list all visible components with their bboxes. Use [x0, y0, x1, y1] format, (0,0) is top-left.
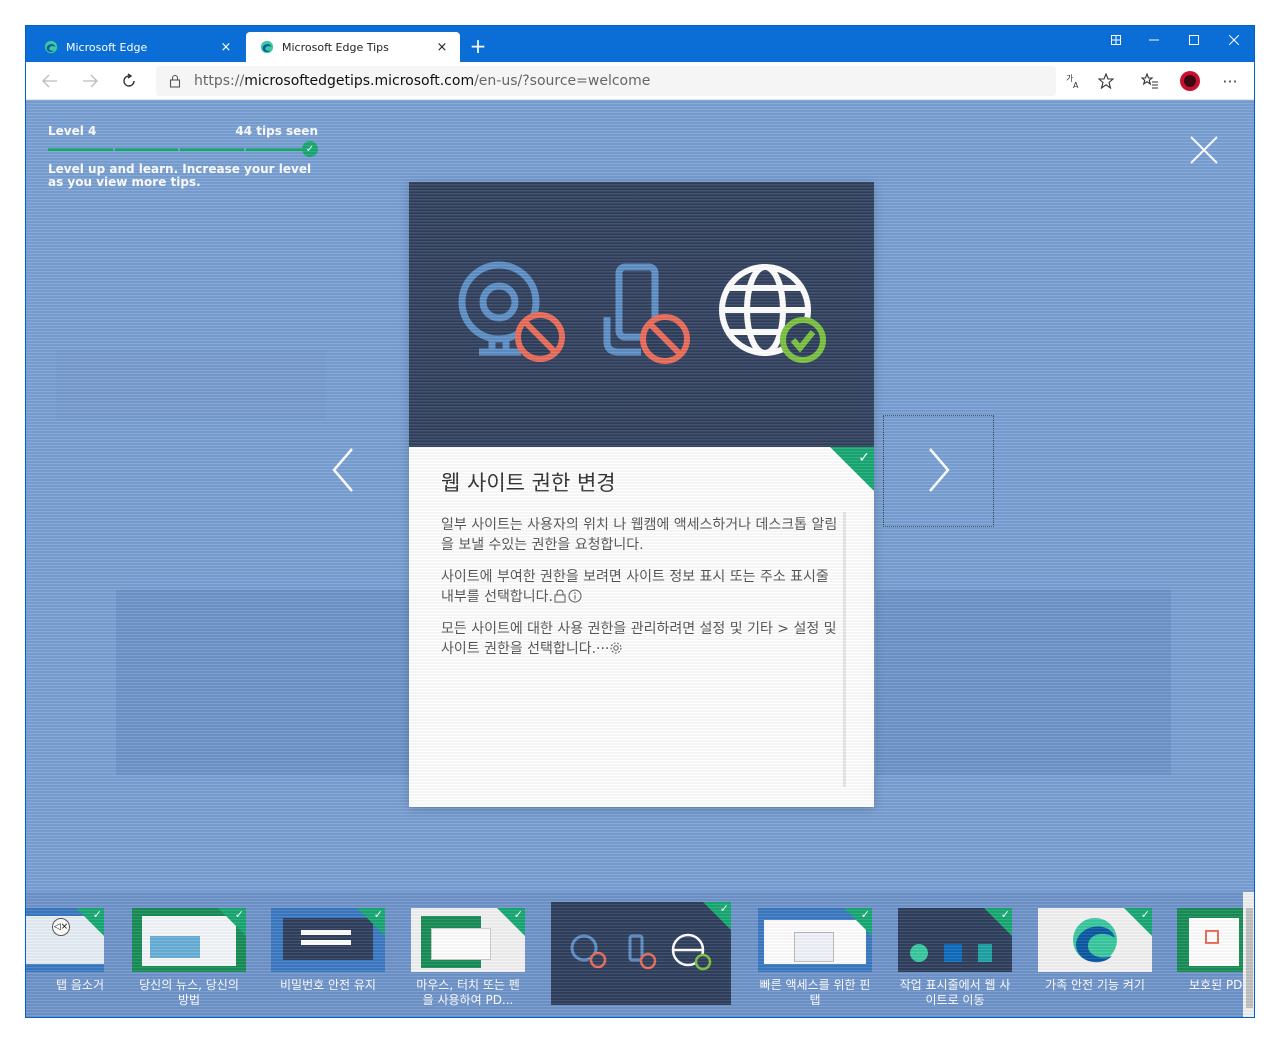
tip-card: ✓ 웹 사이트 권한 변경 일부 사이트는 사용자의 위치 나 웹캠에 액세스하…	[409, 182, 874, 807]
lock-icon[interactable]	[168, 74, 182, 88]
mute-icon: ◁×	[52, 918, 70, 936]
device-icon	[603, 263, 690, 364]
level-progress-bar: ✓	[48, 141, 318, 157]
edge-favicon-icon	[260, 40, 274, 54]
tab-title: Microsoft Edge Tips	[282, 40, 389, 54]
tab-close-button[interactable]: ×	[218, 40, 234, 55]
tip-thumbnail[interactable]: ✓ 마우스, 터치 또는 펜을 사용하여 PD...	[411, 908, 525, 1008]
tip-thumbnail[interactable]: ✓ 가족 안전 기능 켜기	[1038, 908, 1152, 993]
tip-title: 웹 사이트 권한 변경	[441, 471, 616, 495]
gear-icon	[610, 642, 622, 654]
previous-tip-icon[interactable]	[324, 445, 364, 495]
level-description: Level up and learn. Increase your level …	[48, 162, 312, 189]
tips-carousel: ◁× ✓ 탭 음소거 ✓ 당신의 뉴스, 당신의 방법 ✓ 비밀번호 안전 유지…	[26, 892, 1254, 1017]
level-name: Level 4	[48, 124, 97, 138]
tip-paragraph: 일부 사이트는 사용자의 위치 나 웹캠에 액세스하거나 데스크톱 알림을 보낼…	[441, 517, 838, 553]
tip-thumbnail-current[interactable]: ✓	[551, 902, 731, 1005]
edge-favicon-icon	[44, 40, 58, 54]
level-progress: Level 4 44 tips seen ✓ Level up and lear…	[48, 124, 318, 189]
tip-label: 빠른 액세스를 위한 핀 탭	[759, 978, 871, 1007]
title-bar: Microsoft Edge × Microsoft Edge Tips × +	[26, 26, 1254, 62]
tips-overlay: Level 4 44 tips seen ✓ Level up and lear…	[26, 100, 1254, 1017]
tab-title: Microsoft Edge	[66, 40, 148, 54]
background-card	[56, 350, 326, 420]
browser-window: Microsoft Edge × Microsoft Edge Tips × +	[25, 25, 1255, 1018]
tip-thumbnail[interactable]: ✓ 비밀번호 안전 유지	[271, 908, 385, 993]
seen-check-icon: ✓	[858, 450, 870, 466]
maximize-icon[interactable]	[1174, 26, 1214, 54]
new-tab-button[interactable]: +	[466, 34, 490, 58]
close-window-icon[interactable]	[1214, 26, 1254, 54]
refresh-icon[interactable]	[115, 68, 143, 94]
favorite-star-icon[interactable]	[1092, 68, 1120, 94]
tip-body: 웹 사이트 권한 변경 일부 사이트는 사용자의 위치 나 웹캠에 액세스하거나…	[441, 467, 841, 671]
tip-thumbnail[interactable]: ✓ 빠른 액세스를 위한 핀 탭	[758, 908, 872, 1008]
tip-label: 당신의 뉴스, 당신의 방법	[139, 978, 239, 1007]
carousel-scrollbar[interactable]	[1243, 892, 1254, 1017]
tip-hero-image	[409, 182, 874, 447]
info-icon	[568, 589, 582, 603]
tip-paragraph: 사이트에 부여한 권한을 보려면 사이트 정보 표시 또는 주소 표시줄 내부를…	[441, 569, 829, 605]
minimize-icon[interactable]	[1134, 26, 1174, 54]
lock-icon	[554, 589, 566, 603]
translate-icon[interactable]: 가A	[1060, 68, 1088, 94]
browser-toolbar: https://microsoftedgetips.microsoft.com/…	[26, 62, 1254, 100]
back-icon[interactable]	[36, 68, 64, 94]
background-card	[876, 590, 1171, 775]
tab-close-button[interactable]: ×	[434, 40, 450, 55]
tip-scrollbar[interactable]	[843, 512, 846, 787]
address-bar[interactable]: https://microsoftedgetips.microsoft.com/…	[156, 66, 1056, 96]
tip-label: 작업 표시줄에서 웹 사이트로 이동	[899, 978, 1011, 1007]
favorites-list-icon[interactable]	[1136, 68, 1164, 94]
globe-icon	[719, 264, 826, 363]
tab-microsoft-edge-tips[interactable]: Microsoft Edge Tips ×	[246, 32, 460, 62]
profile-avatar[interactable]	[1176, 68, 1204, 94]
close-tips-icon[interactable]	[1188, 134, 1220, 166]
tab-actions-icon[interactable]	[1096, 26, 1136, 54]
tips-seen-count: 44 tips seen	[235, 124, 318, 138]
tip-thumbnail[interactable]: ◁× ✓ 탭 음소거	[26, 908, 104, 993]
forward-icon[interactable]	[76, 68, 104, 94]
tip-paragraph: 모든 사이트에 대한 사용 권한을 관리하려면 설정 및 기타 > 설정 및 사…	[441, 621, 837, 657]
svg-text:A: A	[1073, 81, 1079, 89]
background-card	[116, 590, 416, 775]
next-tip-icon[interactable]	[918, 445, 958, 495]
tip-thumbnail[interactable]: ✓ 작업 표시줄에서 웹 사이트로 이동	[898, 908, 1012, 1008]
url-text: https://microsoftedgetips.microsoft.com/…	[194, 73, 651, 89]
tab-microsoft-edge[interactable]: Microsoft Edge ×	[30, 32, 244, 62]
level-check-icon: ✓	[302, 141, 318, 157]
tip-label: 가족 안전 기능 켜기	[1045, 978, 1145, 992]
tip-label: 마우스, 터치 또는 펜을 사용하여 PD...	[416, 978, 520, 1007]
webcam-icon	[458, 261, 565, 362]
more-options-button[interactable]: ···	[1216, 68, 1244, 94]
tip-label: 비밀번호 안전 유지	[280, 978, 376, 992]
tip-label: 탭 음소거	[56, 978, 104, 992]
tip-thumbnail[interactable]: ✓ 당신의 뉴스, 당신의 방법	[132, 908, 246, 1008]
